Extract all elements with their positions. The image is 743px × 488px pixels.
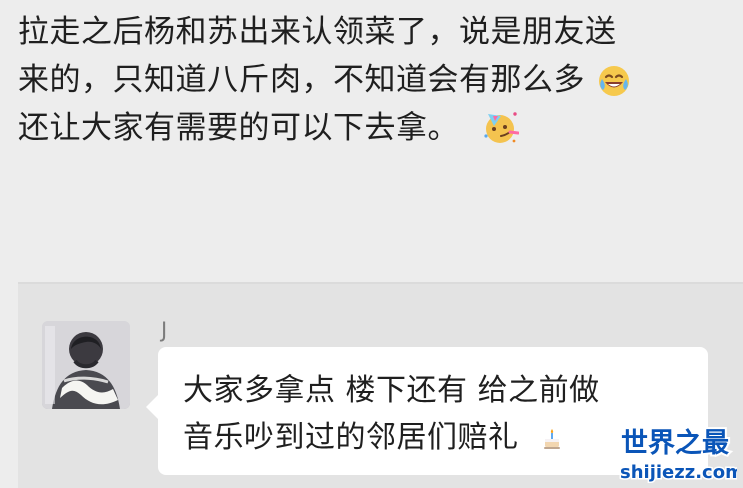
- message-line-2-text: 音乐吵到过的邻居们赔礼: [183, 420, 519, 455]
- post-text: 拉走之后杨和苏出来认领菜了，说是朋友送 来的，只知道八斤肉，不知道会有那么多 还…: [18, 8, 718, 152]
- post-line-2-text: 来的，只知道八斤肉，不知道会有那么多: [18, 62, 585, 98]
- sender-name: J: [161, 318, 168, 342]
- chat-panel: J 大家多拿点 楼下还有 给之前做 音乐吵到过的邻居们赔礼: [18, 282, 743, 488]
- post-line-1-text: 拉走之后杨和苏出来认领菜了，说是朋友送: [18, 14, 617, 50]
- post-line-2: 来的，只知道八斤肉，不知道会有那么多: [18, 56, 718, 104]
- post-line-3-text: 还让大家有需要的可以下去拿。: [18, 110, 459, 146]
- laughing-crying-emoji-icon: [597, 64, 631, 98]
- screenshot-page: 拉走之后杨和苏出来认领菜了，说是朋友送 来的，只知道八斤肉，不知道会有那么多 还…: [0, 0, 743, 488]
- message-bubble[interactable]: 大家多拿点 楼下还有 给之前做 音乐吵到过的邻居们赔礼: [146, 347, 708, 475]
- message-bubble-tail: [146, 395, 158, 419]
- message-line-2: 音乐吵到过的邻居们赔礼: [183, 414, 683, 461]
- birthday-cake-emoji-icon: [541, 417, 563, 449]
- message-text: 大家多拿点 楼下还有 给之前做 音乐吵到过的邻居们赔礼: [183, 367, 683, 461]
- message-line-1: 大家多拿点 楼下还有 给之前做: [183, 373, 600, 408]
- post-line-1: 拉走之后杨和苏出来认领菜了，说是朋友送: [18, 8, 718, 56]
- partying-face-emoji-icon: [481, 108, 520, 146]
- post-line-3: 还让大家有需要的可以下去拿。: [18, 104, 718, 152]
- avatar[interactable]: [42, 321, 130, 409]
